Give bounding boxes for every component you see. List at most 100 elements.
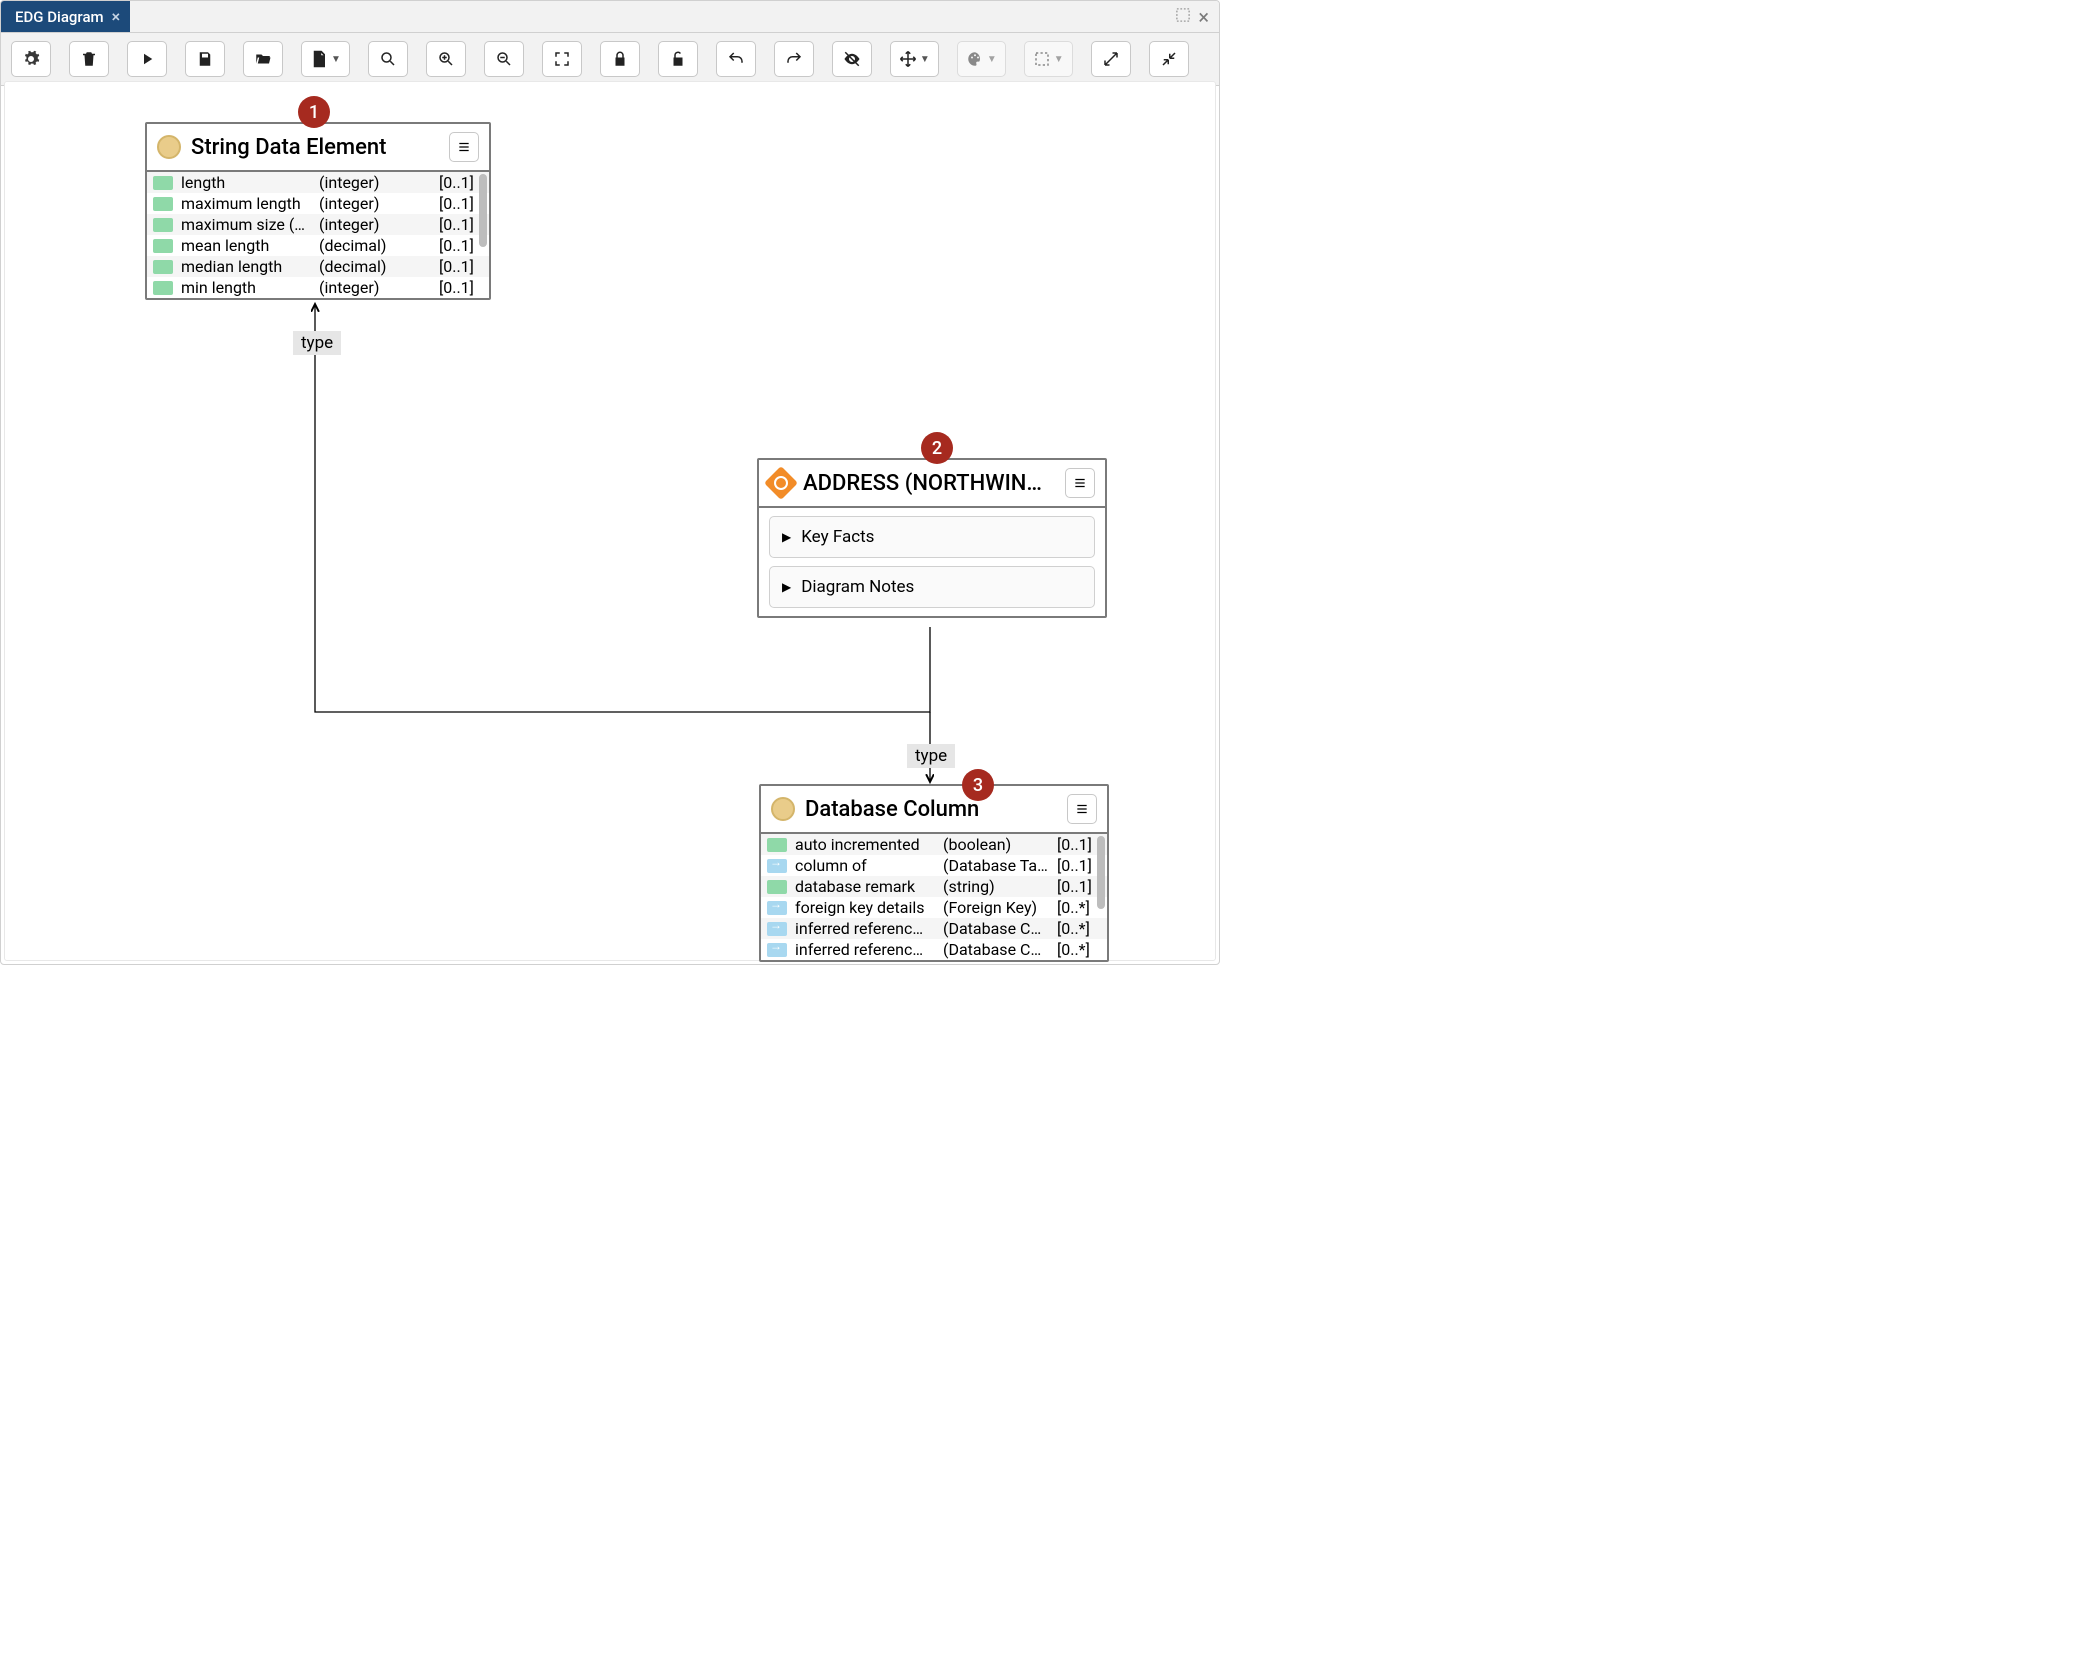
palette-dropdown[interactable]: ▼ [957, 41, 1006, 77]
attribute-icon [153, 281, 173, 295]
property-cardinality: [0..1] [439, 257, 483, 276]
property-name: maximum length [181, 194, 311, 213]
section-label: Diagram Notes [801, 577, 914, 597]
zoom-fit-button[interactable] [368, 41, 408, 77]
property-type: (integer) [319, 173, 431, 192]
property-type: (string) [943, 877, 1049, 896]
expand-button[interactable] [1091, 41, 1131, 77]
unlock-button[interactable] [658, 41, 698, 77]
property-name: maximum size (… [181, 215, 311, 234]
undo-button[interactable] [716, 41, 756, 77]
section-diagram-notes[interactable]: ▶ Diagram Notes [769, 566, 1095, 608]
property-cardinality: [0..1] [439, 194, 483, 213]
node-database-column[interactable]: Database Column auto incremented (boolean… [759, 784, 1109, 962]
property-type: (Database Colu… [943, 919, 1049, 938]
property-cardinality: [0..1] [1057, 856, 1101, 875]
node-menu-button[interactable] [449, 132, 479, 162]
property-type: (integer) [319, 278, 431, 297]
expand-icon: ▶ [782, 530, 791, 544]
tab-close-icon[interactable]: × [112, 9, 121, 25]
property-row[interactable]: mean length(decimal)[0..1] [147, 235, 489, 256]
property-row[interactable]: inferred referenc…(Database Colu…[0..*] [761, 918, 1107, 939]
hide-button[interactable] [832, 41, 872, 77]
close-window-icon[interactable]: × [1198, 5, 1209, 29]
node-string-data-element[interactable]: String Data Element length (integer) [0..1… [145, 122, 491, 300]
toolbar: ▼ ▼ ▼ ▼ [1, 33, 1219, 86]
save-button[interactable] [185, 41, 225, 77]
export-dropdown[interactable]: ▼ [301, 41, 350, 77]
delete-button[interactable] [69, 41, 109, 77]
diagram-canvas[interactable]: type type 1 String Data Element length(i… [4, 81, 1216, 961]
property-cardinality: [0..1] [439, 215, 483, 234]
badge-3: 3 [962, 769, 994, 801]
node-menu-button[interactable] [1065, 468, 1095, 498]
property-row[interactable]: length (integer) [0..1] [147, 172, 489, 193]
zoom-out-button[interactable] [484, 41, 524, 77]
property-name: min length [181, 278, 311, 297]
property-row[interactable]: inferred referenc…(Database Colu…[0..*] [761, 939, 1107, 960]
attribute-icon [153, 260, 173, 274]
property-row[interactable]: column of (Database Table) [0..1] [761, 855, 1107, 876]
play-button[interactable] [127, 41, 167, 77]
expand-icon: ▶ [782, 580, 791, 594]
fullscreen-button[interactable] [542, 41, 582, 77]
relation-icon [767, 901, 787, 915]
scrollbar[interactable] [479, 174, 487, 296]
move-dropdown[interactable]: ▼ [890, 41, 939, 77]
property-cardinality: [0..1] [1057, 877, 1101, 896]
relation-icon [767, 943, 787, 957]
attribute-icon [767, 880, 787, 894]
edge-label-type-2: type [907, 744, 955, 768]
property-type: (Database Table) [943, 856, 1049, 875]
maximize-icon[interactable] [1176, 7, 1190, 26]
relation-icon [767, 922, 787, 936]
property-cardinality: [0..1] [439, 173, 483, 192]
node-header: String Data Element [147, 124, 489, 172]
tab-edg-diagram[interactable]: EDG Diagram × [1, 1, 130, 32]
instance-icon [764, 466, 798, 500]
property-type: (decimal) [319, 236, 431, 255]
select-dropdown[interactable]: ▼ [1024, 41, 1073, 77]
node-title: String Data Element [191, 135, 439, 160]
property-type: (boolean) [943, 835, 1049, 854]
attribute-icon [153, 239, 173, 253]
tab-title: EDG Diagram [15, 8, 104, 26]
scrollbar[interactable] [1097, 836, 1105, 958]
tab-bar: EDG Diagram × × [1, 1, 1219, 33]
section-label: Key Facts [801, 527, 874, 547]
node-address[interactable]: ADDRESS (NORTHWIN… ▶ Key Facts ▶ Diagram… [757, 458, 1107, 618]
node-menu-button[interactable] [1067, 794, 1097, 824]
caret-down-icon: ▼ [987, 54, 997, 65]
property-row[interactable]: foreign key details(Foreign Key)[0..*] [761, 897, 1107, 918]
lock-button[interactable] [600, 41, 640, 77]
property-row[interactable]: maximum length (integer) [0..1] [147, 193, 489, 214]
collapse-button[interactable] [1149, 41, 1189, 77]
property-name: inferred referenc… [795, 940, 935, 959]
node-title: ADDRESS (NORTHWIN… [803, 471, 1055, 496]
zoom-in-button[interactable] [426, 41, 466, 77]
property-name: column of [795, 856, 935, 875]
property-cardinality: [0..*] [1057, 919, 1101, 938]
redo-button[interactable] [774, 41, 814, 77]
property-name: length [181, 173, 311, 192]
caret-down-icon: ▼ [331, 54, 341, 65]
attribute-icon [153, 218, 173, 232]
node-title: Database Column [805, 797, 1057, 822]
window-controls: × [1176, 1, 1219, 32]
property-row[interactable]: median length(decimal)[0..1] [147, 256, 489, 277]
property-type: (integer) [319, 194, 431, 213]
property-type: (decimal) [319, 257, 431, 276]
caret-down-icon: ▼ [920, 54, 930, 65]
property-row[interactable]: min length(integer)[0..1] [147, 277, 489, 298]
property-row[interactable]: database remark(string)[0..1] [761, 876, 1107, 897]
attribute-icon [153, 176, 173, 190]
section-key-facts[interactable]: ▶ Key Facts [769, 516, 1095, 558]
property-row[interactable]: maximum size (…(integer)[0..1] [147, 214, 489, 235]
app-window: EDG Diagram × × ▼ [0, 0, 1220, 965]
open-button[interactable] [243, 41, 283, 77]
class-icon [771, 797, 795, 821]
property-name: auto incremented [795, 835, 935, 854]
property-row[interactable]: auto incremented(boolean)[0..1] [761, 834, 1107, 855]
settings-button[interactable] [11, 41, 51, 77]
attribute-icon [767, 838, 787, 852]
